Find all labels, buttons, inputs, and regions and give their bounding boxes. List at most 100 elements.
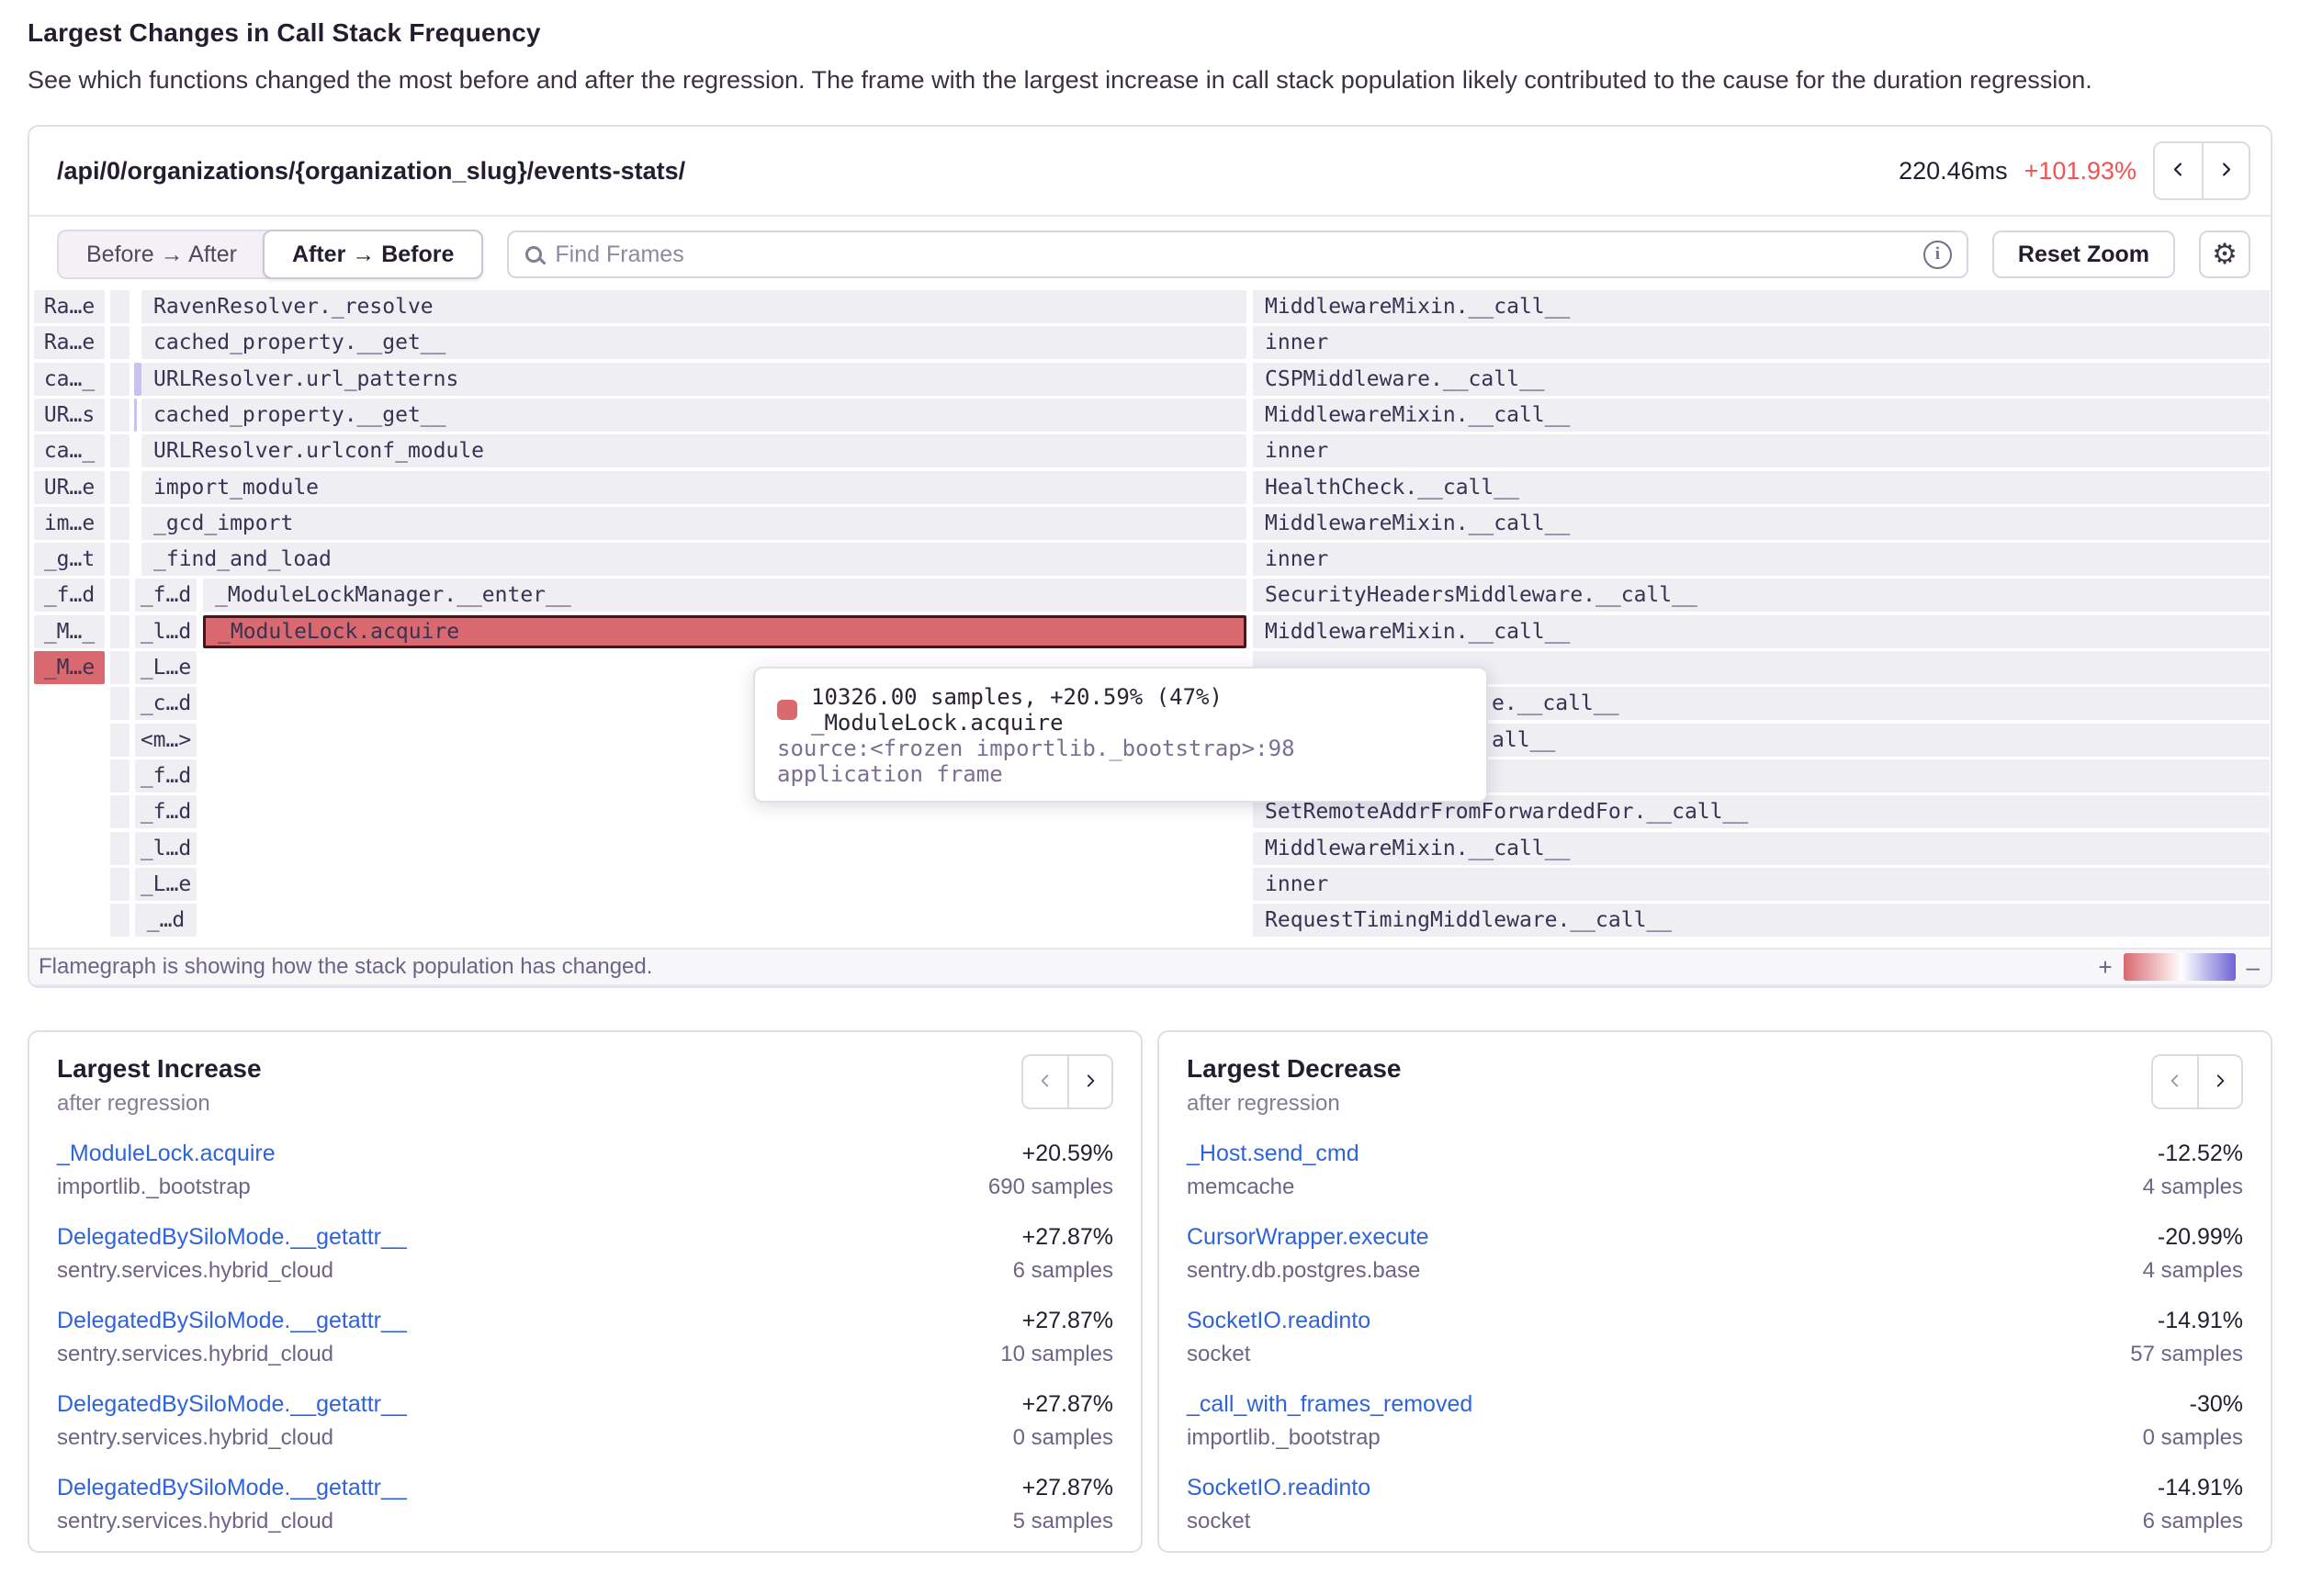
flame-frame-spacer[interactable] xyxy=(110,326,130,359)
flame-frame-right[interactable]: inner xyxy=(1253,434,2270,467)
item-left: DelegatedBySiloMode.__getattr__ sentry.s… xyxy=(57,1475,1013,1534)
flame-frame-spacer[interactable] xyxy=(110,399,130,432)
function-link[interactable]: DelegatedBySiloMode.__getattr__ xyxy=(57,1308,407,1333)
flame-frame-main[interactable]: cached_property.__get__ xyxy=(141,399,1246,432)
prev-button[interactable] xyxy=(2153,1056,2197,1107)
flame-frame-col2[interactable]: _f…d xyxy=(135,795,197,828)
function-link[interactable]: CursorWrapper.execute xyxy=(1187,1224,1429,1250)
function-link[interactable]: _Host.send_cmd xyxy=(1187,1141,1359,1166)
flame-frame-right[interactable]: CSPMiddleware.__call__ xyxy=(1253,363,2270,396)
flame-frame-col1[interactable]: Ra…e xyxy=(34,326,105,359)
flame-frame-col1[interactable]: im…e xyxy=(34,507,105,540)
flame-frame-right[interactable]: MiddlewareMixin.__call__ xyxy=(1253,615,2270,648)
search-input[interactable] xyxy=(555,242,1911,268)
function-link[interactable]: DelegatedBySiloMode.__getattr__ xyxy=(57,1475,407,1500)
flame-frame-spacer[interactable] xyxy=(110,795,130,828)
flame-frame-spacer[interactable] xyxy=(110,904,130,937)
flame-frame-spacer[interactable] xyxy=(110,434,130,467)
flame-frame-col1[interactable]: _M…_ xyxy=(34,615,105,648)
flame-frame-main[interactable]: _ModuleLock.acquire xyxy=(203,615,1246,648)
next-button[interactable] xyxy=(1067,1056,1111,1107)
flame-frame-main[interactable]: cached_property.__get__ xyxy=(141,326,1246,359)
flame-frame-col2[interactable]: <m…> xyxy=(135,724,197,757)
flame-frame-right[interactable]: HealthCheck.__call__ xyxy=(1253,471,2270,504)
flame-frame-main[interactable]: _gcd_import xyxy=(141,507,1246,540)
toggle-after-before[interactable]: After → Before xyxy=(263,230,483,279)
find-frames-searchbar[interactable] xyxy=(507,230,1968,278)
flame-frame-col1[interactable]: ca…_ xyxy=(34,363,105,396)
card-items: _Host.send_cmd memcache -12.52% 4 sample… xyxy=(1187,1141,2243,1534)
frame-label: URLResolver.url_patterns xyxy=(141,367,470,391)
flame-frame-col2[interactable]: _…d xyxy=(135,904,197,937)
flame-frame-right[interactable]: MiddlewareMixin.__call__ xyxy=(1253,507,2270,540)
flame-frame-col2[interactable]: _l…d xyxy=(135,615,197,648)
toggle-before-after[interactable]: Before → After xyxy=(59,231,265,277)
flame-frame-col1[interactable]: _f…d xyxy=(34,579,105,612)
item-right: -20.99% 4 samples xyxy=(2143,1224,2243,1284)
flame-frame-spacer[interactable] xyxy=(110,724,130,757)
flame-frame-col1[interactable]: ca…_ xyxy=(34,434,105,467)
flame-frame-right[interactable]: MiddlewareMixin.__call__ xyxy=(1253,832,2270,865)
frame-label: inner xyxy=(1253,331,1340,354)
function-link[interactable]: _call_with_frames_removed xyxy=(1187,1391,1472,1417)
flame-frame-main[interactable]: import_module xyxy=(141,471,1246,504)
flame-frame-spacer[interactable] xyxy=(110,543,130,576)
flame-frame-col1[interactable]: UR…e xyxy=(34,471,105,504)
flame-frame-main[interactable]: _find_and_load xyxy=(141,543,1246,576)
sample-count: 57 samples xyxy=(2130,1342,2243,1367)
flame-frame-spacer[interactable] xyxy=(110,363,130,396)
flame-frame-spacer[interactable] xyxy=(110,507,130,540)
flame-frame-col2[interactable]: _l…d xyxy=(135,832,197,865)
flame-frame-col1[interactable]: UR…s xyxy=(34,399,105,432)
function-link[interactable]: DelegatedBySiloMode.__getattr__ xyxy=(57,1391,407,1417)
flame-frame-spacer[interactable] xyxy=(110,471,130,504)
flame-frame-main[interactable]: _ModuleLockManager.__enter__ xyxy=(203,579,1246,612)
function-link[interactable]: DelegatedBySiloMode.__getattr__ xyxy=(57,1224,407,1250)
flame-frame-spacer[interactable] xyxy=(110,832,130,865)
function-change-item: DelegatedBySiloMode.__getattr__ sentry.s… xyxy=(57,1475,1113,1534)
next-button[interactable] xyxy=(2202,143,2249,198)
frame-label: URLResolver.urlconf_module xyxy=(141,439,496,463)
flame-frame-right[interactable]: inner xyxy=(1253,326,2270,359)
flame-frame-right[interactable]: MiddlewareMixin.__call__ xyxy=(1253,290,2270,323)
flame-frame-col1[interactable]: _M…e xyxy=(34,651,105,684)
frame-label: UR…s xyxy=(34,403,105,427)
flame-frame-spacer[interactable] xyxy=(110,687,130,720)
flame-frame-col2[interactable]: _f…d xyxy=(135,579,197,612)
flame-frame-spacer[interactable] xyxy=(110,290,130,323)
flame-frame-main[interactable]: RavenResolver._resolve xyxy=(141,290,1246,323)
flame-frame-col2[interactable]: _f…d xyxy=(135,759,197,792)
function-link[interactable]: SocketIO.readinto xyxy=(1187,1475,1370,1500)
flame-frame-spacer[interactable] xyxy=(110,651,130,684)
flame-frame-right[interactable]: MiddlewareMixin.__call__ xyxy=(1253,399,2270,432)
function-module: sentry.services.hybrid_cloud xyxy=(57,1425,1013,1451)
flame-frame-right[interactable]: SecurityHeadersMiddleware.__call__ xyxy=(1253,579,2270,612)
flame-frame-sliver[interactable] xyxy=(134,399,137,432)
next-button[interactable] xyxy=(2197,1056,2241,1107)
flame-frame-col1[interactable]: Ra…e xyxy=(34,290,105,323)
gear-icon: ⚙ xyxy=(2212,238,2238,271)
function-link[interactable]: _ModuleLock.acquire xyxy=(57,1141,276,1166)
flame-frame-col2[interactable]: _L…e xyxy=(135,651,197,684)
flame-frame-right[interactable]: RequestTimingMiddleware.__call__ xyxy=(1253,904,2270,937)
flame-frame-spacer[interactable] xyxy=(110,759,130,792)
frame-label: _l…d xyxy=(135,837,197,860)
flame-frame-col2[interactable]: _c…d xyxy=(135,687,197,720)
flame-frame-spacer[interactable] xyxy=(110,868,130,901)
info-icon[interactable] xyxy=(1923,241,1952,269)
flame-frame-spacer[interactable] xyxy=(110,579,130,612)
reset-zoom-button[interactable]: Reset Zoom xyxy=(1992,230,2175,278)
prev-button[interactable] xyxy=(2155,143,2202,198)
flame-frame-col2[interactable]: _L…e xyxy=(135,868,197,901)
flame-frame-spacer[interactable] xyxy=(110,615,130,648)
flame-frame-main[interactable]: URLResolver.urlconf_module xyxy=(141,434,1246,467)
settings-button[interactable]: ⚙ xyxy=(2199,230,2250,278)
flamegraph-panel: /api/0/organizations/{organization_slug}… xyxy=(28,125,2272,988)
flame-frame-col1[interactable]: _g…t xyxy=(34,543,105,576)
flame-frame-main[interactable]: URLResolver.url_patterns xyxy=(141,363,1246,396)
prev-button[interactable] xyxy=(1023,1056,1067,1107)
function-link[interactable]: SocketIO.readinto xyxy=(1187,1308,1370,1333)
flame-frame-right[interactable]: inner xyxy=(1253,543,2270,576)
flame-frame-right[interactable]: inner xyxy=(1253,868,2270,901)
flame-frame-sliver[interactable] xyxy=(134,363,141,396)
